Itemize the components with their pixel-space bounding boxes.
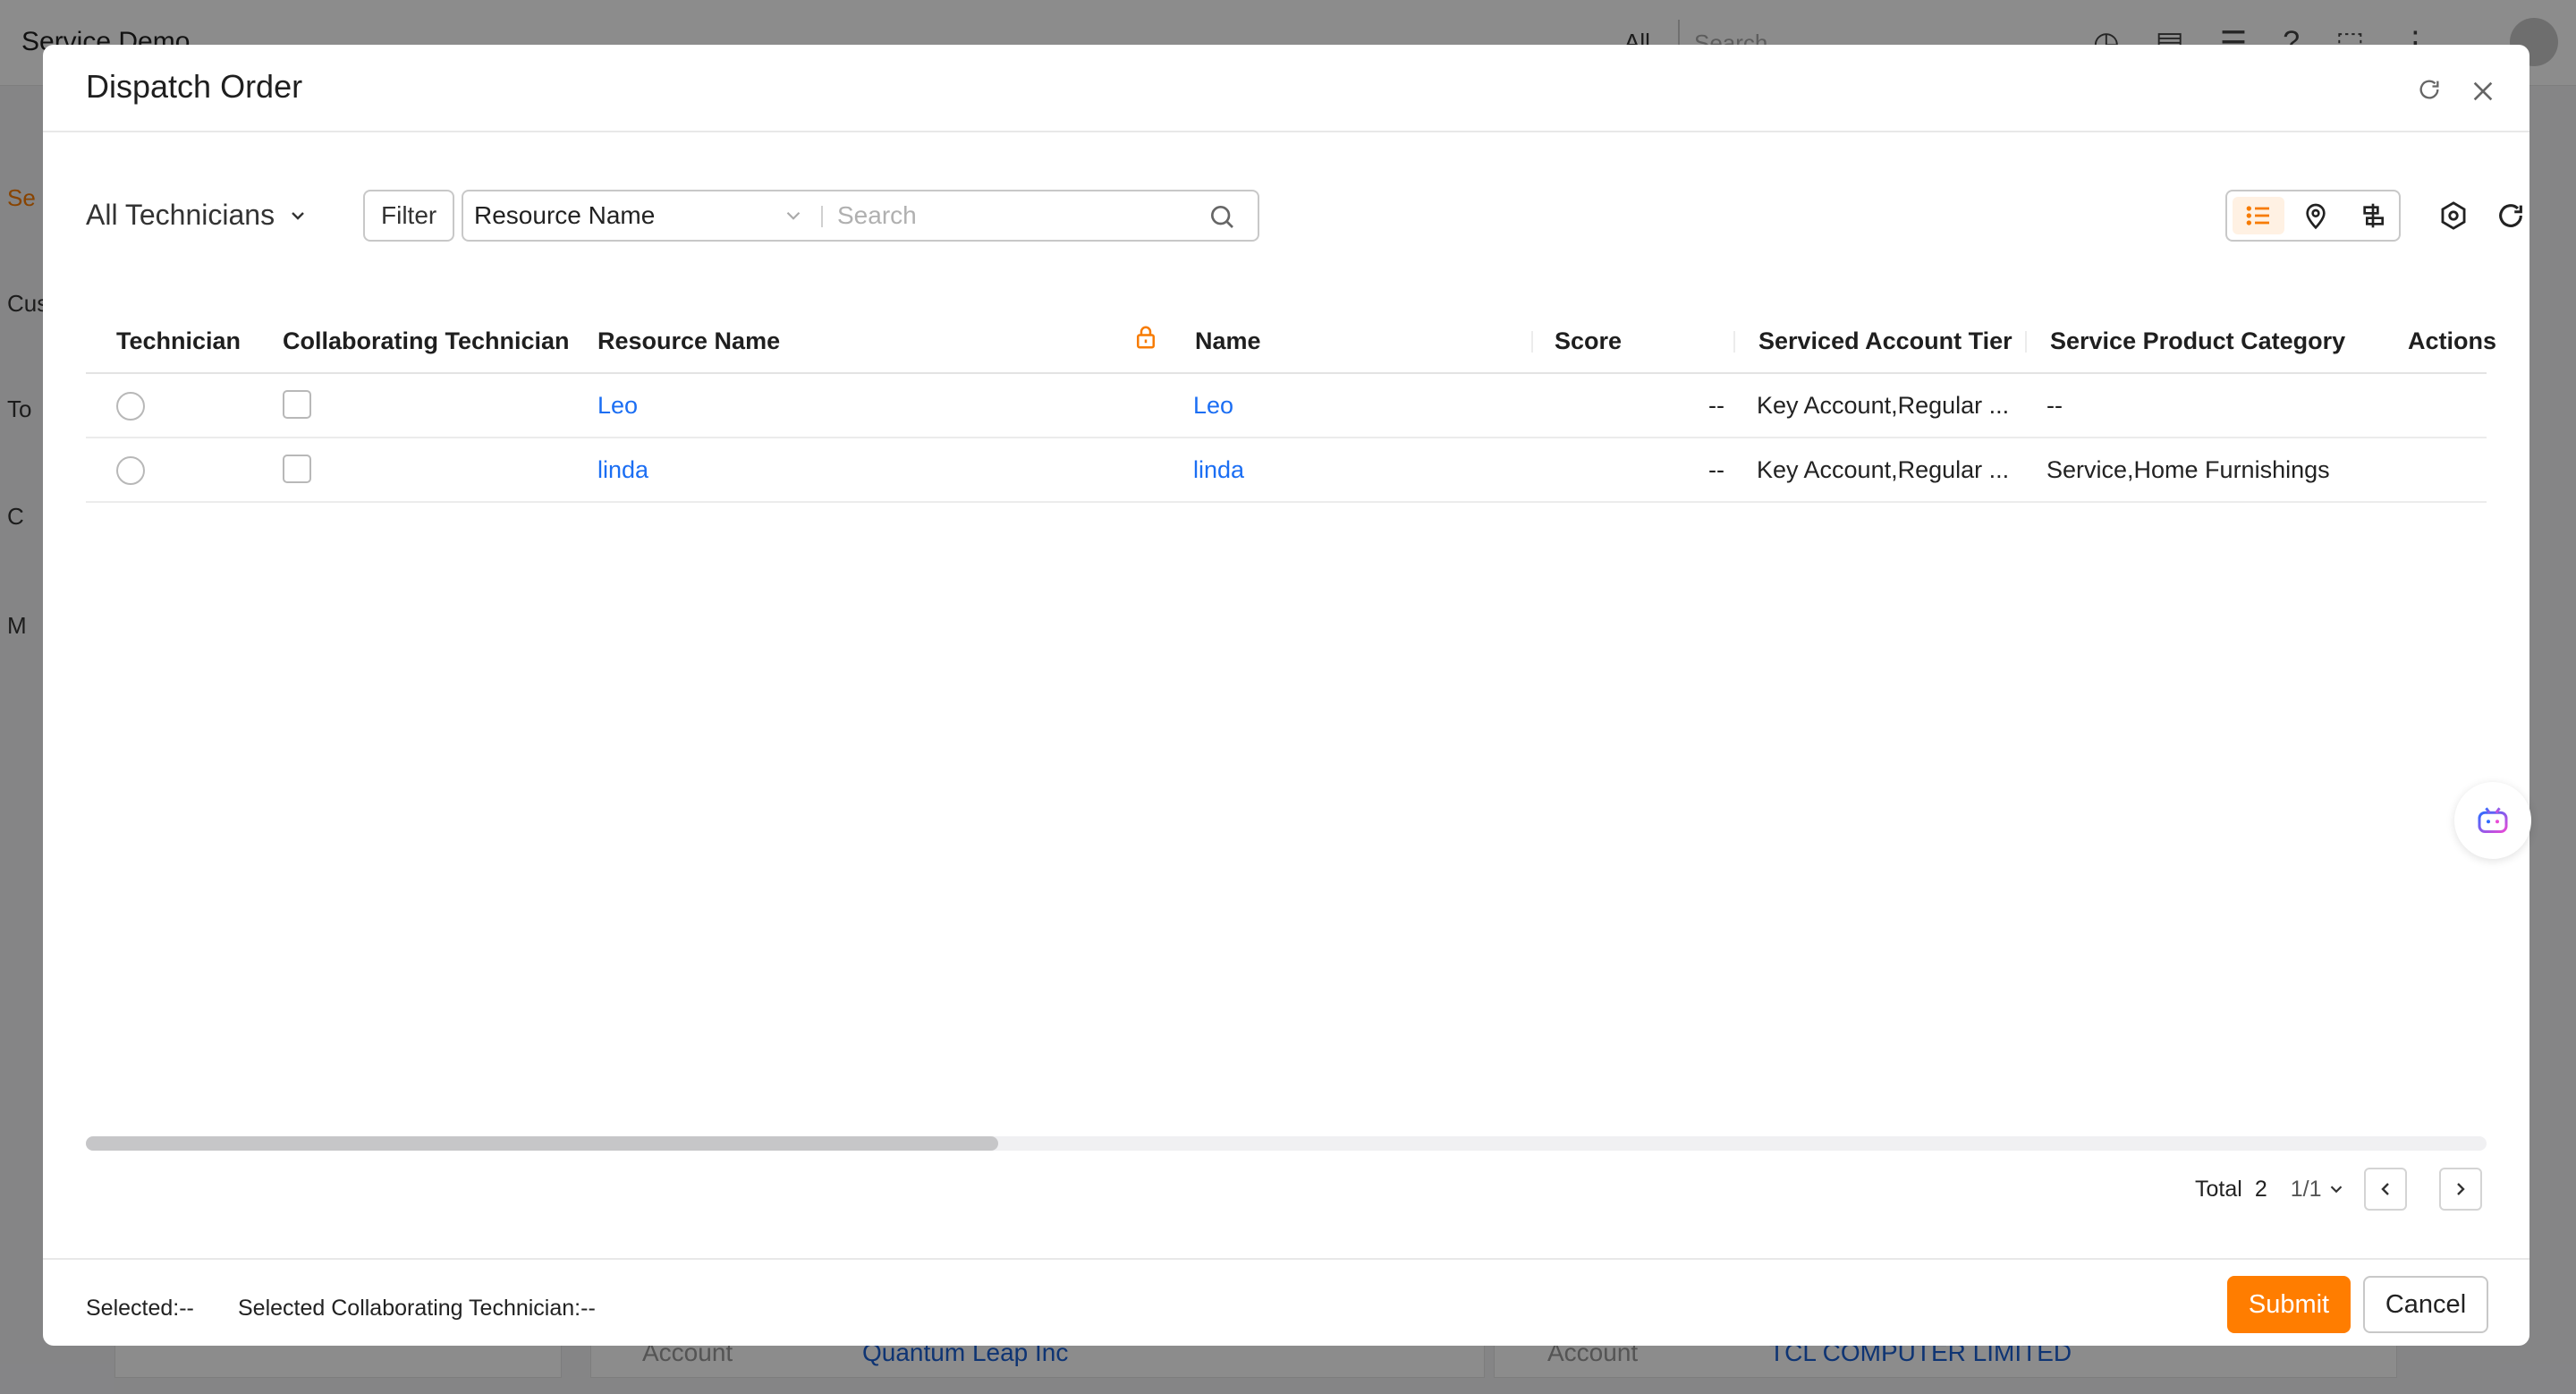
- modal-header: Dispatch Order: [43, 45, 2529, 132]
- page-select[interactable]: 1/1: [2291, 1177, 2347, 1203]
- table-row[interactable]: linda linda -- Key Account,Regular ... S…: [86, 438, 2487, 503]
- prev-page-button[interactable]: [2364, 1168, 2408, 1211]
- name-link[interactable]: linda: [1193, 456, 1244, 484]
- column-divider[interactable]: [1531, 331, 1533, 353]
- column-header-actions: Actions: [2408, 327, 2497, 354]
- column-divider[interactable]: [2025, 331, 2027, 353]
- view-switcher: [2225, 190, 2401, 242]
- ai-assistant-icon: [2478, 807, 2508, 833]
- modal-footer: Selected:-- Selected Collaborating Techn…: [43, 1258, 2529, 1346]
- collaborating-technician-checkbox[interactable]: [283, 455, 311, 483]
- column-divider[interactable]: [1733, 331, 1735, 353]
- resource-name-link[interactable]: linda: [597, 456, 648, 484]
- account-tier-cell: Key Account,Regular ...: [1757, 392, 2010, 419]
- next-page-button[interactable]: [2439, 1168, 2483, 1211]
- lock-icon[interactable]: [1132, 324, 1161, 354]
- chevron-right-icon: [2457, 1183, 2466, 1195]
- technician-table: Technician Collaborating Technician Reso…: [86, 308, 2496, 503]
- search-field-select[interactable]: Resource Name: [474, 191, 655, 240]
- pagination-total-label: Total: [2195, 1176, 2242, 1202]
- map-pin-icon: [2306, 203, 2326, 230]
- column-header-score: Score: [1555, 327, 1623, 354]
- table-row[interactable]: Leo Leo -- Key Account,Regular ... --: [86, 374, 2487, 438]
- cancel-button[interactable]: Cancel: [2363, 1276, 2488, 1333]
- column-header-technician: Technician: [116, 327, 242, 354]
- pagination: Total 2 1/1: [2195, 1167, 2483, 1211]
- modal-title: Dispatch Order: [86, 68, 303, 105]
- score-cell: --: [1708, 392, 1724, 419]
- collaborating-technician-checkbox[interactable]: [283, 390, 311, 419]
- technician-scope-label: All Technicians: [86, 199, 275, 231]
- search-box: Resource Name: [462, 190, 1259, 242]
- resource-name-link[interactable]: Leo: [597, 392, 638, 420]
- list-view-button[interactable]: [2233, 197, 2284, 234]
- column-header-resource-name: Resource Name: [597, 327, 781, 354]
- list-view-icon: [2246, 206, 2269, 225]
- reload-icon[interactable]: [2496, 200, 2528, 233]
- chevron-down-icon: [2331, 1186, 2343, 1194]
- selected-technician-text: Selected:--: [86, 1296, 194, 1321]
- gantt-view-button[interactable]: [2347, 197, 2399, 234]
- name-link[interactable]: Leo: [1193, 392, 1233, 420]
- horizontal-scrollbar-thumb[interactable]: [86, 1136, 998, 1151]
- dispatch-order-modal: Dispatch Order All Technicians Filter Re…: [43, 45, 2529, 1346]
- submit-button[interactable]: Submit: [2227, 1276, 2351, 1333]
- chevron-left-icon: [2381, 1183, 2390, 1195]
- product-category-cell: --: [2046, 392, 2063, 419]
- table-header: Technician Collaborating Technician Reso…: [86, 308, 2496, 374]
- filter-button[interactable]: Filter: [363, 190, 455, 242]
- search-input[interactable]: [837, 197, 1195, 234]
- gantt-view-icon: [2363, 203, 2384, 228]
- column-header-service-product-category: Service Product Category: [2050, 327, 2346, 354]
- technician-scope-dropdown[interactable]: All Technicians: [86, 199, 309, 232]
- toolbar: All Technicians Filter Resource Name: [86, 190, 2522, 243]
- technician-radio[interactable]: [116, 392, 145, 421]
- close-icon[interactable]: [2469, 77, 2501, 109]
- ai-assistant-button[interactable]: [2454, 782, 2531, 859]
- chevron-down-icon: [292, 211, 304, 220]
- horizontal-scrollbar[interactable]: [86, 1136, 2487, 1151]
- search-divider: [821, 206, 823, 227]
- account-tier-cell: Key Account,Regular ...: [1757, 456, 2010, 483]
- column-header-name: Name: [1195, 327, 1261, 354]
- column-header-collaborating-technician: Collaborating Technician: [283, 327, 570, 354]
- product-category-cell: Service,Home Furnishings: [2046, 456, 2330, 483]
- settings-icon[interactable]: [2438, 200, 2470, 233]
- refresh-icon[interactable]: [2417, 77, 2449, 109]
- chevron-down-icon[interactable]: [782, 204, 805, 227]
- score-cell: --: [1708, 456, 1724, 483]
- technician-radio[interactable]: [116, 456, 145, 485]
- selected-collaborating-technician-text: Selected Collaborating Technician:--: [238, 1296, 596, 1321]
- column-header-serviced-account-tier: Serviced Account Tier: [1758, 327, 2012, 354]
- map-view-button[interactable]: [2290, 197, 2342, 234]
- page-indicator: 1/1: [2290, 1176, 2322, 1202]
- pagination-total-count: 2: [2254, 1176, 2267, 1202]
- search-icon[interactable]: [1208, 202, 1236, 231]
